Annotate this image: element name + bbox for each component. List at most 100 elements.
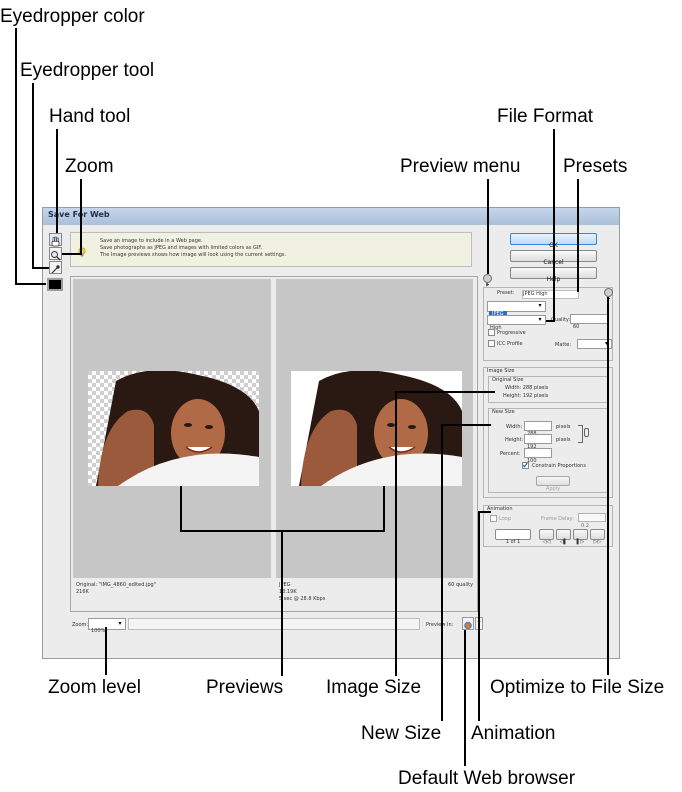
frame-counter-value: 1 of 1	[505, 539, 521, 545]
icc-profile-checkbox[interactable]	[488, 340, 495, 347]
callout-new-size: New Size	[361, 723, 442, 744]
percent-field[interactable]: 100	[524, 448, 552, 464]
width-field[interactable]: 288	[524, 421, 552, 437]
callout-previews: Previews	[206, 677, 284, 698]
optimized-download-time: 5 sec @ 28.8 Kbps	[279, 596, 326, 602]
leader-default-browser	[464, 630, 466, 766]
first-frame-icon: ◁◁	[542, 539, 551, 545]
last-frame-button[interactable]: ▷▷	[590, 529, 605, 545]
info-line-3: The Image previews shows how image will …	[100, 252, 287, 258]
callout-zoom: Zoom	[65, 156, 114, 177]
previous-frame-button[interactable]: ◁▌	[556, 529, 571, 545]
height-field[interactable]: 192	[524, 434, 552, 450]
preset-value[interactable]: JPEG High	[522, 290, 579, 299]
leader-eyedropper-color	[15, 28, 17, 284]
chevron-down-icon: ▾	[538, 317, 542, 323]
height-label: Height:	[505, 437, 524, 443]
callout-eyedropper-tool: Eyedropper tool	[20, 60, 155, 81]
original-preview-image	[88, 371, 259, 486]
eyedropper-tool-button[interactable]	[49, 261, 62, 274]
eyedropper-color-swatch[interactable]	[47, 278, 63, 291]
info-line-1: Save an image to include in a Web page.	[100, 238, 203, 244]
leader-new-size	[441, 425, 443, 721]
apply-button[interactable]: Apply	[536, 476, 570, 492]
chevron-down-icon: ▾	[118, 621, 122, 627]
zoom-level-value: 100%	[91, 628, 106, 634]
zoom-label: Zoom:	[72, 622, 89, 628]
chevron-down-icon: ▾	[538, 303, 542, 309]
last-frame-icon: ▷▷	[593, 539, 602, 545]
info-line-2: Save photographs as JPEG and images with…	[100, 245, 263, 251]
leader-image-size	[395, 392, 397, 676]
hand-icon	[51, 236, 60, 247]
callout-eyedropper-color: Eyedropper color	[0, 6, 145, 27]
frame-delay-label: Frame Delay:	[541, 516, 574, 522]
callout-image-size: Image Size	[326, 677, 422, 698]
callout-file-format: File Format	[497, 106, 594, 127]
original-width-text: Width: 288 pixels	[505, 385, 549, 391]
leader-zoom-level	[105, 627, 107, 675]
loop-checkbox[interactable]	[490, 515, 497, 522]
width-unit: pixels	[556, 424, 571, 430]
callout-zoom-level: Zoom level	[48, 677, 141, 698]
leader-eyedropper-tool	[32, 83, 34, 268]
optimize-menu-button[interactable]	[604, 288, 613, 301]
leader-presets	[577, 179, 579, 292]
leader-zoom	[80, 179, 82, 254]
apply-button-label: Apply	[545, 486, 561, 492]
zoom-icon	[51, 251, 61, 261]
leader-previews-stem	[281, 531, 283, 676]
preset-label: Preset:	[497, 290, 515, 296]
width-label: Width:	[506, 424, 523, 430]
frame-counter: 1 of 1	[495, 529, 531, 545]
hand-tool-button[interactable]	[49, 233, 62, 247]
optimized-quality: 60 quality	[448, 582, 474, 588]
original-filename: Original: "IMG_4860_edited.jpg"	[76, 582, 157, 588]
quality-field[interactable]: 60	[570, 314, 608, 330]
optimized-preview-image	[291, 371, 462, 486]
default-browser-button[interactable]	[462, 617, 474, 630]
percent-label: Percent:	[500, 451, 521, 457]
next-frame-button[interactable]: ▌▷	[573, 529, 588, 545]
leader-file-format-h	[546, 320, 555, 322]
height-unit: pixels	[556, 437, 571, 443]
icc-profile-label: ICC Profile	[497, 341, 523, 347]
progressive-checkbox[interactable]	[488, 329, 495, 336]
optimized-info-bar	[276, 578, 473, 609]
preview-menu-button[interactable]	[483, 274, 492, 287]
zoom-tool-button[interactable]	[49, 247, 62, 261]
leader-animation	[478, 512, 480, 721]
original-size-label: Original Size	[492, 377, 524, 383]
quality-value: 60	[573, 324, 580, 330]
file-format-select[interactable]: JPEG ▾	[487, 301, 546, 318]
previous-frame-icon: ◁▌	[559, 539, 568, 545]
leader-optimize	[607, 297, 609, 675]
checkmark-icon	[522, 462, 528, 468]
frame-delay-select[interactable]: 0.2	[578, 513, 606, 529]
leader-previews-right	[383, 486, 385, 532]
quality-level-select[interactable]: High ▾	[487, 315, 546, 331]
leader-zoom-h	[62, 253, 82, 255]
callout-presets: Presets	[563, 156, 628, 177]
constrain-label: Constrain Proportions	[532, 463, 586, 469]
callout-default-web-browser: Default Web browser	[398, 768, 576, 789]
leader-eyedropper-tool-h	[32, 267, 49, 269]
leader-image-size-h	[395, 391, 495, 393]
leader-preview-menu	[487, 179, 489, 274]
next-frame-icon: ▌▷	[576, 539, 585, 545]
preview-in-label: Preview In:	[426, 622, 454, 628]
constrain-checkbox[interactable]	[522, 462, 529, 469]
leader-new-size-h	[441, 424, 491, 426]
first-frame-button[interactable]: ◁◁	[539, 529, 554, 545]
callout-hand-tool: Hand tool	[49, 106, 131, 127]
matte-label: Matte:	[555, 342, 572, 348]
loop-label: Loop	[499, 516, 511, 522]
link-icon	[584, 428, 589, 437]
leader-previews	[180, 486, 182, 531]
status-field	[128, 618, 420, 630]
callout-optimize-to-file-size: Optimize to File Size	[490, 677, 665, 698]
original-height-text: Height: 192 pixels	[503, 393, 549, 399]
original-filesize: 216K	[76, 589, 89, 595]
title-bar[interactable]	[43, 208, 619, 225]
zoom-level-select[interactable]: 100% ▾	[88, 618, 126, 634]
